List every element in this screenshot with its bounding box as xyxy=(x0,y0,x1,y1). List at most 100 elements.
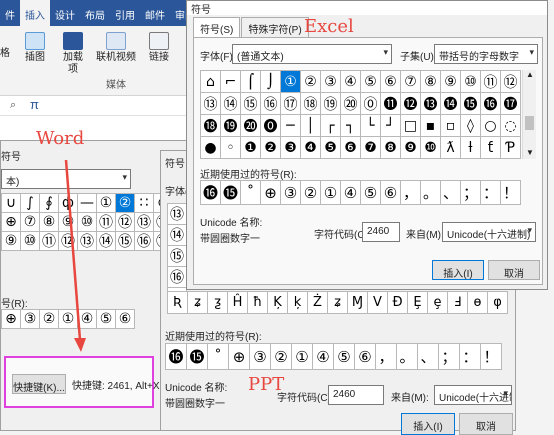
symbol-cell[interactable]: ʑ xyxy=(328,292,348,314)
symbol-cell[interactable]: Ɖ xyxy=(388,292,408,314)
ppt-cancel-button[interactable]: 取消 xyxy=(459,413,513,435)
symbol-cell[interactable]: ③ xyxy=(321,71,341,93)
symbol-cell[interactable]: ⌠ xyxy=(241,71,261,93)
symbol-cell[interactable]: ɵ xyxy=(468,292,488,314)
excel-font-select[interactable]: (普通文本) ▾ xyxy=(232,44,392,64)
excel-insert-button[interactable]: 插入(I) xyxy=(432,260,484,280)
symbol-cell[interactable]: ❿ xyxy=(421,137,441,159)
symbol-cell[interactable]: ， xyxy=(376,344,397,370)
symbol-cell[interactable]: ⌂ xyxy=(201,71,221,93)
symbol-cell[interactable]: ⓴ xyxy=(241,115,261,137)
symbol-cell[interactable]: Ⅴ xyxy=(368,292,388,314)
symbol-cell[interactable]: ① xyxy=(281,71,301,93)
symbol-cell[interactable]: ⑳ xyxy=(341,93,361,115)
symbol-cell[interactable]: Ĥ xyxy=(228,292,248,314)
symbol-cell[interactable]: ⓱ xyxy=(501,93,521,115)
symbol-cell[interactable]: Ƥ xyxy=(501,137,521,159)
symbol-cell[interactable]: ② xyxy=(301,71,321,93)
symbol-cell[interactable]: ， xyxy=(401,181,421,205)
symbol-cell[interactable]: ◌ xyxy=(501,115,521,137)
symbol-cell[interactable]: ❹ xyxy=(301,137,321,159)
symbol-cell[interactable]: ⓰ xyxy=(481,93,501,115)
symbol-cell[interactable]: 、 xyxy=(418,344,439,370)
symbol-cell[interactable]: ─ xyxy=(281,115,301,137)
symbol-cell[interactable]: 。 xyxy=(421,181,441,205)
symbol-cell[interactable]: ③ xyxy=(281,181,301,205)
symbol-cell[interactable]: ⓯ xyxy=(221,181,241,205)
ppt-from-select[interactable]: Unicode(十六进制) ▾ xyxy=(434,385,512,405)
symbol-cell[interactable]: ⑧ xyxy=(421,71,441,93)
symbol-cell[interactable]: ⊕ xyxy=(229,344,250,370)
symbol-cell[interactable]: φ xyxy=(488,292,508,314)
symbol-cell[interactable]: ❽ xyxy=(381,137,401,159)
symbol-cell[interactable]: 、 xyxy=(441,181,461,205)
symbol-cell[interactable]: ⓫ xyxy=(381,93,401,115)
symbol-cell[interactable]: ⓪ xyxy=(361,93,381,115)
symbol-cell[interactable]: ❷ xyxy=(261,137,281,159)
symbol-cell[interactable]: ʑ xyxy=(188,292,208,314)
symbol-cell[interactable]: ⑬ xyxy=(168,204,187,225)
symbol-cell[interactable]: ▪ xyxy=(421,115,441,137)
symbol-cell[interactable]: ⓲ xyxy=(201,115,221,137)
symbol-cell[interactable]: ⑯ xyxy=(261,93,281,115)
symbol-cell[interactable]: ⑱ xyxy=(301,93,321,115)
symbol-cell[interactable]: ⓿ xyxy=(261,115,281,137)
ppt-insert-button[interactable]: 插入(I) xyxy=(401,413,455,435)
symbol-cell[interactable]: ◦ xyxy=(221,137,241,159)
symbol-cell[interactable]: ● xyxy=(201,137,221,159)
scroll-up-icon[interactable]: ▲ xyxy=(526,70,534,79)
symbol-cell[interactable]: ！ xyxy=(501,181,521,205)
symbol-cell[interactable]: ⌡ xyxy=(261,71,281,93)
symbol-cell[interactable]: ⓰ xyxy=(166,344,187,370)
tab-special-characters[interactable]: 特殊字符(P) xyxy=(241,17,309,37)
symbol-cell[interactable]: ！ xyxy=(481,344,502,370)
symbol-cell[interactable]: ① xyxy=(321,181,341,205)
symbol-cell[interactable]: ⑭ xyxy=(221,93,241,115)
symbol-cell[interactable]: ˚ xyxy=(208,344,229,370)
symbol-cell[interactable]: ħ xyxy=(248,292,268,314)
scroll-thumb[interactable] xyxy=(525,116,534,130)
excel-cancel-button[interactable]: 取消 xyxy=(488,260,540,280)
symbol-cell[interactable]: ❺ xyxy=(321,137,341,159)
symbol-cell[interactable]: ⓭ xyxy=(421,93,441,115)
symbol-cell[interactable]: ③ xyxy=(250,344,271,370)
symbol-cell[interactable]: ⑭ xyxy=(168,225,187,246)
symbol-cell[interactable]: □ xyxy=(401,115,421,137)
symbol-cell[interactable]: Ż xyxy=(308,292,328,314)
symbol-cell[interactable]: ⑤ xyxy=(361,71,381,93)
symbol-cell[interactable]: ④ xyxy=(341,181,361,205)
symbol-cell[interactable]: ❻ xyxy=(341,137,361,159)
excel-grid-scrollbar[interactable]: ▲ ▼ xyxy=(522,70,536,159)
symbol-cell[interactable]: ④ xyxy=(341,71,361,93)
symbol-cell[interactable]: ❾ xyxy=(401,137,421,159)
symbol-cell[interactable]: │ xyxy=(301,115,321,137)
tab-symbols[interactable]: 符号(S) xyxy=(193,17,241,38)
symbol-cell[interactable]: ◊ xyxy=(461,115,481,137)
symbol-cell[interactable]: ② xyxy=(271,344,292,370)
symbol-cell[interactable]: ❸ xyxy=(281,137,301,159)
symbol-cell[interactable]: ⑬ xyxy=(201,93,221,115)
symbol-cell[interactable]: ▫ xyxy=(441,115,461,137)
symbol-cell[interactable]: ⑪ xyxy=(481,71,501,93)
symbol-cell[interactable]: ƛ xyxy=(441,137,461,159)
symbol-cell[interactable]: ⑨ xyxy=(441,71,461,93)
symbol-cell[interactable]: ⑤ xyxy=(334,344,355,370)
symbol-cell[interactable]: ⓰ xyxy=(201,181,221,205)
symbol-cell[interactable]: ⑥ xyxy=(355,344,376,370)
symbol-cell[interactable]: ⑯ xyxy=(168,267,187,288)
symbol-cell[interactable]: ⓳ xyxy=(221,115,241,137)
symbol-cell[interactable]: ⓯ xyxy=(461,93,481,115)
symbol-cell[interactable]: ： xyxy=(460,344,481,370)
symbol-cell[interactable]: ⓬ xyxy=(401,93,421,115)
symbol-cell[interactable]: ① xyxy=(292,344,313,370)
symbol-cell[interactable]: ⑥ xyxy=(381,71,401,93)
symbol-cell[interactable]: ⓮ xyxy=(441,93,461,115)
symbol-cell[interactable]: Ķ xyxy=(268,292,288,314)
symbol-cell[interactable]: ； xyxy=(439,344,460,370)
symbol-cell[interactable]: ⑰ xyxy=(281,93,301,115)
symbol-cell[interactable]: ④ xyxy=(313,344,334,370)
symbol-cell[interactable]: ⑫ xyxy=(501,71,521,93)
symbol-cell[interactable]: ƺ xyxy=(208,292,228,314)
symbol-cell[interactable]: ƚ xyxy=(461,137,481,159)
symbol-cell[interactable]: 。 xyxy=(397,344,418,370)
